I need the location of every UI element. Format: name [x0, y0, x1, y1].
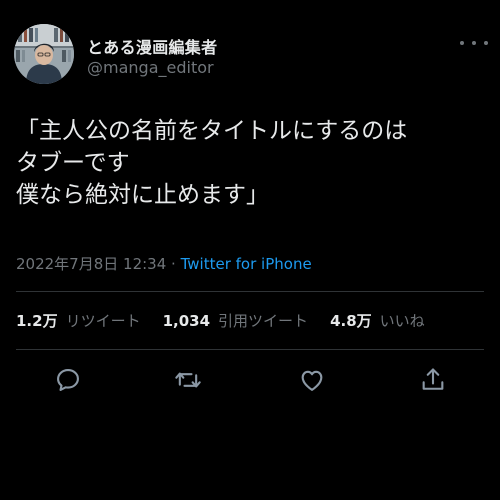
more-dot: [472, 41, 476, 45]
tweet-actions: [0, 360, 500, 400]
retweets-stat[interactable]: 1.2万 リツイート: [16, 310, 141, 331]
quotes-count: 1,034: [162, 312, 211, 330]
reply-button[interactable]: [54, 366, 82, 394]
share-button[interactable]: [419, 366, 447, 394]
tweet-metadata: 2022年7月8日 12:34 · Twitter for iPhone: [16, 253, 312, 274]
more-options-icon[interactable]: [460, 34, 488, 52]
divider: [16, 291, 484, 292]
avatar-illustration: [14, 24, 74, 84]
more-dot: [484, 41, 488, 45]
quotes-stat[interactable]: 1,034 引用ツイート: [163, 310, 308, 331]
author-handle[interactable]: @manga_editor: [87, 58, 214, 77]
tweet: とある漫画編集者 @manga_editor 「主人公の名前をタイトルにするのは…: [0, 0, 500, 500]
tweet-source-link[interactable]: Twitter for iPhone: [181, 255, 312, 273]
tweet-datetime[interactable]: 2022年7月8日 12:34: [16, 255, 166, 273]
avatar[interactable]: [14, 24, 74, 84]
like-icon: [301, 370, 323, 391]
likes-label: いいね: [379, 312, 425, 330]
tweet-stats: 1.2万 リツイート 1,034 引用ツイート 4.8万 いいね: [16, 310, 447, 331]
retweet-button[interactable]: [174, 366, 202, 394]
author-display-name[interactable]: とある漫画編集者: [87, 34, 217, 58]
retweet-icon: [175, 372, 201, 388]
more-dot: [460, 41, 464, 45]
share-icon: [422, 368, 444, 390]
like-button[interactable]: [298, 366, 326, 394]
meta-separator: ·: [171, 255, 176, 273]
divider: [16, 349, 484, 350]
likes-stat[interactable]: 4.8万 いいね: [330, 310, 425, 331]
tweet-text: 「主人公の名前をタイトルにするのは タブーです 僕なら絶対に止めます」: [16, 118, 408, 208]
reply-icon: [57, 369, 79, 391]
quotes-label: 引用ツイート: [218, 312, 309, 330]
likes-count: 4.8万: [330, 312, 372, 330]
retweets-label: リツイート: [65, 312, 141, 330]
retweets-count: 1.2万: [16, 312, 58, 330]
